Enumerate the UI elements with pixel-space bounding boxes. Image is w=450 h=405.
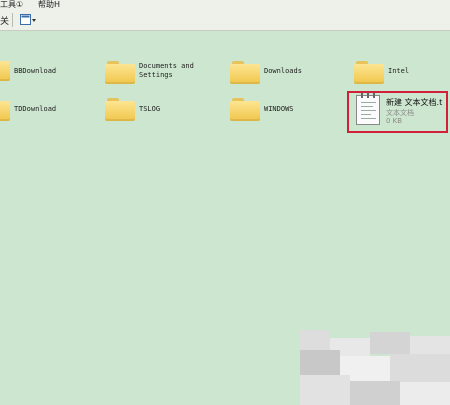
close-button[interactable]: 关 [0, 14, 9, 27]
folder-icon [230, 97, 260, 121]
folder-label: TDDownload [14, 105, 57, 113]
folder-icon [105, 60, 135, 84]
text-document-icon[interactable] [356, 93, 380, 125]
folder-label: Intel [388, 67, 410, 75]
folder-icon [0, 97, 10, 121]
folder-icon [230, 60, 260, 84]
folder-icon [0, 57, 10, 81]
file-size: 0 KB [386, 117, 403, 125]
folder-label: Downloads [264, 67, 302, 75]
folder-icon [105, 97, 135, 121]
folder-icon [354, 60, 384, 84]
folder-label: BBDownload [14, 67, 57, 75]
menu-tools[interactable]: 工具① [0, 0, 23, 10]
watermark [300, 330, 450, 405]
file-name[interactable]: 新建 文本文档.t [386, 97, 442, 108]
folder-label: TSLOG [139, 105, 161, 113]
toolbar: 关 [0, 10, 450, 31]
folder-label: Documents and Settings [139, 62, 194, 79]
menu-help[interactable]: 帮助H [38, 0, 60, 10]
menu-bar: 工具① 帮助H [0, 0, 450, 10]
toolbar-separator [12, 13, 13, 27]
folder-label: WINDOWS [264, 105, 294, 113]
views-icon[interactable] [20, 14, 38, 26]
